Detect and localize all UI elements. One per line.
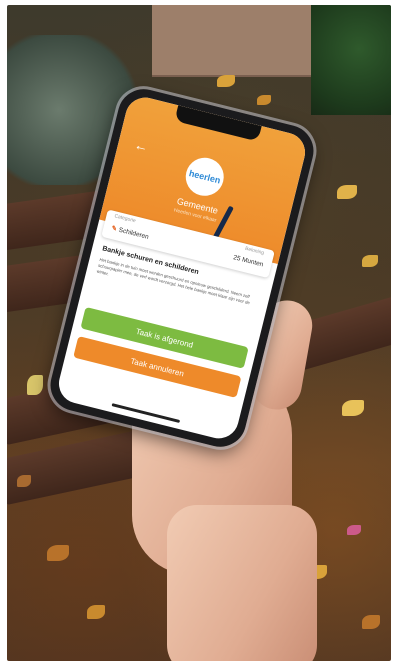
home-indicator: [111, 403, 181, 423]
logo-text: heerlen: [187, 168, 222, 186]
leaf: [362, 255, 378, 267]
photo-frame: ← heerlen Gemeente Heerlen voor elkaar C…: [7, 5, 391, 661]
arrow-left-icon[interactable]: ←: [133, 136, 150, 155]
paint-brush-icon: ✎: [110, 224, 118, 233]
reward-label: Beloning: [244, 245, 265, 257]
municipality-logo: heerlen: [181, 153, 228, 200]
leaf: [362, 615, 380, 629]
leaf: [217, 75, 235, 87]
leaf: [47, 545, 69, 561]
hand-wrist: [167, 505, 317, 661]
reward-value: 25 Munten: [232, 254, 264, 269]
leaf: [27, 375, 43, 395]
brick-wall: [152, 5, 337, 77]
category-text: Schilderen: [117, 226, 150, 241]
category-label: Categorie: [113, 213, 137, 225]
leaf: [257, 95, 271, 105]
leaf: [342, 400, 364, 416]
category-value: ✎Schilderen: [111, 224, 150, 241]
leaf: [347, 525, 361, 535]
ivy-bush: [311, 5, 391, 115]
leaf: [17, 475, 31, 487]
leaf: [337, 185, 357, 199]
leaf: [87, 605, 105, 619]
